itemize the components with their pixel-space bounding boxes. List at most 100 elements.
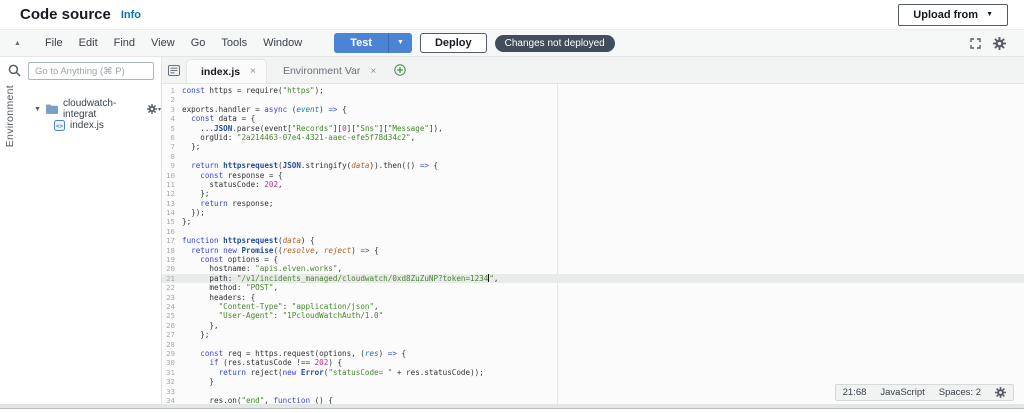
code-editor[interactable]: 1const https = require("https");23export… (162, 84, 1024, 404)
editor-column: index.js×Environment Var× 1const https =… (162, 57, 1024, 404)
code-line[interactable]: 11 statusCode: 202, (162, 180, 1024, 189)
code-text: statusCode: 202, (182, 180, 283, 189)
code-line[interactable]: 31 return reject(new Error("statusCode= … (162, 368, 1024, 377)
line-number: 13 (162, 199, 182, 208)
svg-text:<>: <> (56, 122, 64, 129)
code-line[interactable]: 8 (162, 152, 1024, 161)
menu-file[interactable]: File (37, 34, 71, 52)
code-line[interactable]: 15}; (162, 217, 1024, 226)
tab-list-icon[interactable] (168, 65, 180, 76)
code-text: } (182, 377, 214, 386)
code-line[interactable]: 29 const req = https.request(options, (r… (162, 349, 1024, 358)
go-to-anything-input[interactable] (28, 62, 154, 80)
code-line[interactable]: 6 orgUid: "2a214463-07e4-4321-aaec-efe5f… (162, 133, 1024, 142)
code-line[interactable]: 9 return httpsrequest(JSON.stringify(dat… (162, 161, 1024, 170)
code-text: res.on("end", function () { (182, 396, 333, 404)
test-button[interactable]: Test ▼ (334, 33, 412, 53)
code-line[interactable]: 26 }, (162, 321, 1024, 330)
line-number: 3 (162, 105, 182, 114)
chevron-down-icon[interactable]: ▼ (34, 106, 41, 113)
info-link[interactable]: Info (121, 9, 141, 21)
menu-window[interactable]: Window (255, 34, 310, 52)
test-dropdown-icon[interactable]: ▼ (388, 33, 412, 53)
code-line[interactable]: 23 headers: { (162, 293, 1024, 302)
line-number: 8 (162, 152, 182, 161)
code-line[interactable]: 5 ...JSON.parse(event["Records"][0]["Sns… (162, 124, 1024, 133)
line-number: 19 (162, 255, 182, 264)
tree-folder-row[interactable]: ▼ cloudwatch-integrat ▾ (26, 101, 161, 117)
code-line[interactable]: 30 if (res.statusCode !== 202) { (162, 358, 1024, 367)
close-icon[interactable]: × (250, 66, 256, 77)
menu-view[interactable]: View (143, 34, 183, 52)
code-line[interactable]: 21 path: "/v1/incidents_managed/cloudwat… (162, 274, 1024, 283)
code-line[interactable]: 18 return new Promise((resolve, reject) … (162, 246, 1024, 255)
file-name: index.js (70, 120, 104, 131)
tab-index-js[interactable]: index.js × (186, 59, 267, 83)
menu-go[interactable]: Go (183, 34, 214, 52)
code-text: exports.handler = async (event) => { (182, 105, 347, 114)
code-line[interactable]: 24 "Content-Type": "application/json", (162, 302, 1024, 311)
code-text: hostname: "apis.elven.works", (182, 264, 342, 273)
code-text: function httpsrequest(data) { (182, 236, 315, 245)
line-number: 25 (162, 311, 182, 320)
line-number: 23 (162, 293, 182, 302)
menu-edit[interactable]: Edit (71, 34, 106, 52)
code-line[interactable]: 22 method: "POST", (162, 283, 1024, 292)
code-line[interactable]: 2 (162, 95, 1024, 104)
line-number: 10 (162, 171, 182, 180)
menu-find[interactable]: Find (106, 34, 143, 52)
tab-label: index.js (201, 66, 240, 78)
file-tree: ▼ cloudwatch-integrat ▾ <> index.js (26, 101, 161, 133)
code-text: return new Promise((resolve, reject) => … (182, 246, 379, 255)
line-number: 7 (162, 142, 182, 151)
search-icon[interactable] (8, 64, 21, 82)
collapse-panel-icon[interactable]: ▲ (14, 40, 21, 47)
line-number: 17 (162, 236, 182, 245)
folder-icon (46, 104, 58, 114)
code-line[interactable]: 7 }; (162, 142, 1024, 151)
code-line[interactable]: 13 return response; (162, 199, 1024, 208)
code-line[interactable]: 16 (162, 227, 1024, 236)
code-line[interactable]: 4 const data = { (162, 114, 1024, 123)
environment-panel-tab[interactable]: Environment (4, 85, 16, 147)
code-line[interactable]: 27 }; (162, 330, 1024, 339)
menu-tools[interactable]: Tools (213, 34, 255, 52)
line-number: 20 (162, 264, 182, 273)
code-line[interactable]: 1const https = require("https"); (162, 86, 1024, 95)
code-line[interactable]: 19 const options = { (162, 255, 1024, 264)
cursor-position[interactable]: 21:68 (843, 387, 867, 398)
line-number: 30 (162, 358, 182, 367)
code-text: return reject(new Error("statusCode= " +… (182, 368, 484, 377)
folder-settings-button[interactable]: ▾ (147, 104, 161, 114)
header: Code source Info Upload from ▼ (0, 0, 1024, 30)
line-number: 4 (162, 114, 182, 123)
chevron-down-icon: ▼ (986, 11, 993, 18)
code-line[interactable]: 17function httpsrequest(data) { (162, 236, 1024, 245)
code-line[interactable]: 25 "User-Agent": "1PcloudWatchAuth/1.0" (162, 311, 1024, 320)
code-line[interactable]: 28 (162, 340, 1024, 349)
tab-environment-var[interactable]: Environment Var× (269, 59, 386, 83)
code-text: if (res.statusCode !== 202) { (182, 358, 342, 367)
code-text: headers: { (182, 293, 255, 302)
upload-from-button[interactable]: Upload from ▼ (898, 4, 1008, 26)
editor-settings-gear-icon[interactable] (995, 387, 1006, 398)
code-text: path: "/v1/incidents_managed/cloudwatch/… (182, 274, 498, 283)
deploy-button[interactable]: Deploy (420, 33, 487, 53)
code-line[interactable]: 20 hostname: "apis.elven.works", (162, 264, 1024, 273)
page-title: Code source (20, 6, 111, 23)
new-tab-icon[interactable] (394, 64, 406, 76)
indentation-setting[interactable]: Spaces: 2 (939, 387, 981, 398)
tree-file-row-indexjs[interactable]: <> index.js (26, 117, 161, 133)
close-icon[interactable]: × (370, 66, 376, 77)
lambda-code-source-panel: Code source Info Upload from ▼ ▲ FileEdi… (0, 0, 1024, 413)
sidebar: Environment ▼ cloudwatch-integrat ▾ <> (0, 57, 162, 404)
line-number: 18 (162, 246, 182, 255)
language-mode[interactable]: JavaScript (880, 387, 924, 398)
settings-gear-icon[interactable] (993, 37, 1006, 50)
code-line[interactable]: 10 const response = { (162, 171, 1024, 180)
code-line[interactable]: 12 }; (162, 189, 1024, 198)
code-line[interactable]: 3exports.handler = async (event) => { (162, 105, 1024, 114)
code-line[interactable]: 14 }); (162, 208, 1024, 217)
code-text: }, (182, 321, 219, 330)
fullscreen-icon[interactable] (970, 38, 981, 49)
